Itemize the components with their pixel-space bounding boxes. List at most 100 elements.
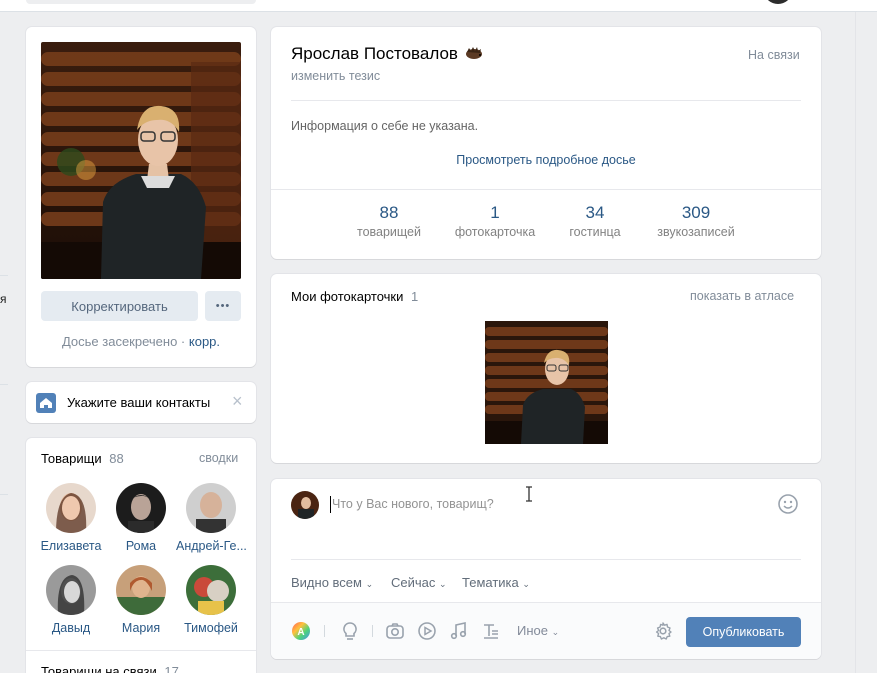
friend-item[interactable]: Тимофей [176,565,246,635]
profile-info-card: Ярослав Постовалов изменить тезис На свя… [271,27,821,259]
stat-audio[interactable]: 309 звукозаписей [646,203,746,239]
chevron-down-icon: ⌄ [551,627,560,637]
chevron-down-icon: ⌄ [522,579,530,589]
music-icon[interactable] [449,621,469,641]
friend-avatar [46,483,96,533]
change-status-link[interactable]: изменить тезис [291,69,380,83]
contacts-card[interactable]: Укажите ваши контакты × [26,382,256,423]
info-divider [291,100,801,101]
close-icon[interactable]: × [232,391,243,412]
photos-card: Мои фотокарточки 1 показать в атласе [271,274,821,463]
stat-friends[interactable]: 88 товарищей [349,203,429,239]
friends-header[interactable]: Товарищи 88 [41,451,124,466]
camera-icon[interactable] [385,621,405,641]
profile-photo-card: Корректировать ••• Досье засекречено · к… [26,27,256,367]
friend-item[interactable]: Елизавета [36,483,106,553]
online-friends-count: 17 [164,664,179,673]
friends-card: Товарищи 88 сводки Елизавета Рома Андрей… [26,438,256,673]
online-friends-title: Товарищи на связи [41,664,157,673]
home-icon [36,393,56,413]
stat-value: 34 [585,203,605,222]
friend-avatar [116,483,166,533]
time-label: Сейчас [391,575,436,590]
more-label: Иное [517,623,548,638]
profile-name: Ярослав Постовалов [291,44,458,63]
profile-name-row: Ярослав Постовалов [291,44,483,65]
chevron-down-icon: ⌄ [365,579,374,589]
post-input[interactable]: Что у Вас нового, товарищ? [332,497,772,511]
art-icon[interactable]: A [291,621,311,641]
publish-button[interactable]: Опубликовать [686,617,801,647]
sidebar-fragment[interactable]: я [0,292,7,306]
stat-gifts[interactable]: 34 гостинца [559,203,631,239]
friends-divider [26,650,256,651]
online-friends-header[interactable]: Товарищи на связи 17 [41,664,179,673]
visibility-dropdown[interactable]: Видно всем ⌄ [291,575,373,590]
sidebar-divider [0,494,8,495]
privacy-edit-link[interactable]: корр. [189,334,220,349]
friend-name: Елизавета [40,539,102,553]
more-actions-button[interactable]: ••• [205,291,241,321]
privacy-line: Досье засекречено · корр. [26,334,256,349]
friend-item[interactable]: Давыд [36,565,106,635]
text-cursor [330,496,331,513]
photos-header[interactable]: Мои фотокарточки 1 [291,289,418,304]
friend-name: Андрей-Ге... [176,539,246,553]
stat-label: товарищей [356,225,421,239]
post-box-card: Что у Вас нового, товарищ? Видно всем ⌄ … [271,479,821,659]
sidebar-divider [0,384,8,385]
stat-value: 1 [490,203,500,222]
gear-icon[interactable] [653,621,673,641]
edit-profile-button[interactable]: Корректировать [41,291,198,321]
chevron-down-icon: ⌄ [439,579,447,589]
more-attachments-dropdown[interactable]: Иное ⌄ [517,623,559,638]
friend-item[interactable]: Мария [106,565,176,635]
about-text: Информация о себе не указана. [291,119,479,133]
friends-updates-link[interactable]: сводки [199,451,238,465]
contacts-label[interactable]: Укажите ваши контакты [67,395,210,410]
photos-count: 1 [411,289,419,304]
post-divider [291,559,801,560]
hedgehog-icon [465,45,483,65]
stat-photos[interactable]: 1 фотокарточка [447,203,543,239]
header-search-field[interactable] [26,0,256,4]
svg-text:A: A [297,627,304,638]
friend-name: Рома [125,539,157,553]
mouse-cursor [525,486,533,502]
friend-avatar [186,483,236,533]
toolbar-separator [372,625,373,637]
details-link[interactable]: Просмотреть подробное досье [271,153,821,167]
time-dropdown[interactable]: Сейчас ⌄ [391,575,447,590]
sidebar-divider [0,275,8,276]
friend-name: Тимофей [184,621,238,635]
friend-avatar [186,565,236,615]
visibility-label: Видно всем [291,575,362,590]
friends-count: 88 [109,451,124,466]
photo-thumbnail[interactable] [485,321,608,444]
right-scroll-edge [855,12,856,673]
friend-item[interactable]: Андрей-Ге... [176,483,246,553]
topic-label: Тематика [462,575,519,590]
privacy-text: Досье засекречено [61,334,178,349]
stat-label: фотокарточка [454,225,536,239]
friend-name: Мария [121,621,161,635]
profile-photo[interactable] [41,42,241,279]
lightbulb-icon[interactable] [340,621,360,641]
show-in-album-link[interactable]: показать в атласе [690,289,794,303]
topic-dropdown[interactable]: Тематика ⌄ [462,575,530,590]
stats-divider [271,189,821,190]
friends-title: Товарищи [41,451,102,466]
video-icon[interactable] [417,621,437,641]
stat-value: 88 [379,203,399,222]
friend-avatar [46,565,96,615]
toolbar-separator [324,625,325,637]
friend-avatar [116,565,166,615]
privacy-separator: · [180,334,186,349]
friend-name: Давыд [51,621,91,635]
friend-item[interactable]: Рома [106,483,176,553]
stat-label: звукозаписей [657,225,735,239]
stat-label: гостинца [569,225,621,239]
emoji-icon[interactable] [777,493,799,515]
user-avatar [291,491,319,519]
article-icon[interactable] [481,621,501,641]
